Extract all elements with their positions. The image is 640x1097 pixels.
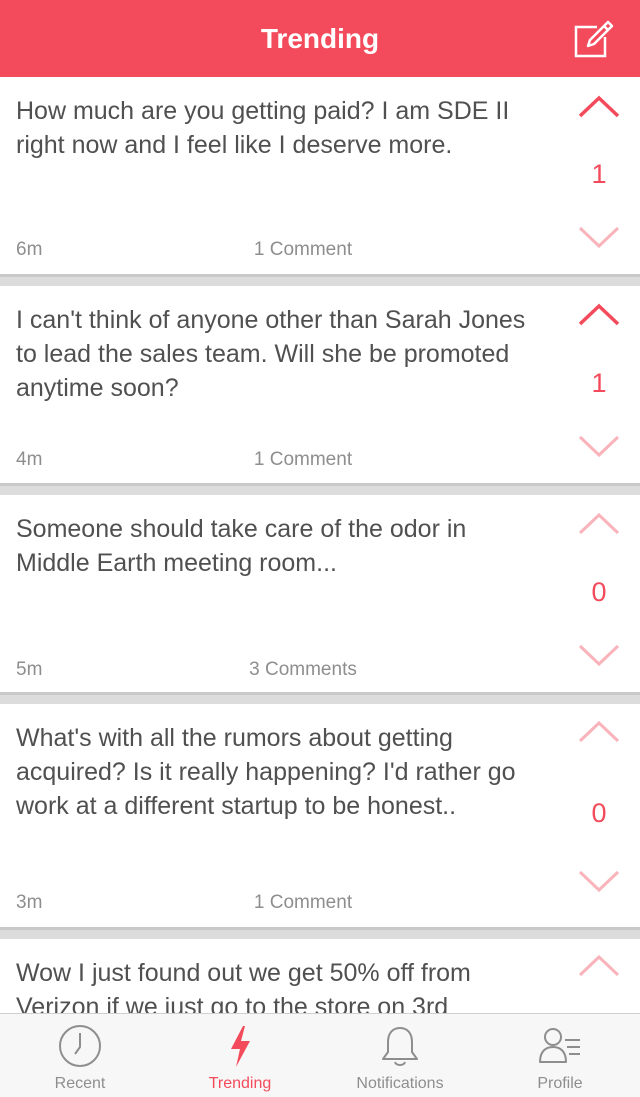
compose-button[interactable] xyxy=(570,18,614,62)
upvote-button[interactable] xyxy=(574,717,624,749)
post-time: 5m xyxy=(16,659,43,680)
post-time: 3m xyxy=(16,892,43,913)
tab-label: Profile xyxy=(537,1075,583,1092)
tab-label: Notifications xyxy=(356,1075,444,1092)
post-text: Someone should take care of the odor in … xyxy=(16,515,467,577)
tab-profile[interactable]: Profile xyxy=(480,1014,640,1097)
upvote-button[interactable] xyxy=(574,92,624,124)
chevron-up-icon xyxy=(578,512,620,535)
vote-count: 0 xyxy=(591,798,607,828)
post-card[interactable]: I can't think of anyone other than Sarah… xyxy=(0,286,640,486)
post-text: Wow I just found out we get 50% off from… xyxy=(16,959,471,1013)
downvote-button[interactable] xyxy=(574,864,624,896)
chevron-down-icon xyxy=(578,644,620,667)
chevron-down-icon xyxy=(578,870,620,893)
post-text: I can't think of anyone other than Sarah… xyxy=(16,306,526,402)
bell-icon xyxy=(382,1027,418,1066)
compose-icon xyxy=(574,20,614,58)
post-time: 4m xyxy=(16,449,43,470)
tab-label: Recent xyxy=(54,1075,106,1092)
vote-count: 1 xyxy=(591,159,607,189)
post-card[interactable]: Wow I just found out we get 50% off from… xyxy=(0,939,640,1013)
vote-count: 1 xyxy=(591,368,607,398)
upvote-button[interactable] xyxy=(574,509,624,541)
chevron-down-icon xyxy=(578,226,620,249)
post-feed[interactable]: How much are you getting paid? I am SDE … xyxy=(0,77,640,1013)
chevron-up-icon xyxy=(578,95,620,118)
lightning-icon xyxy=(231,1026,250,1067)
upvote-button[interactable] xyxy=(574,300,624,332)
post-card[interactable]: How much are you getting paid? I am SDE … xyxy=(0,77,640,277)
post-card[interactable]: What's with all the rumors about getting… xyxy=(0,704,640,930)
chevron-up-icon xyxy=(578,954,620,977)
comments-link[interactable]: 1 Comment xyxy=(203,892,403,914)
downvote-button[interactable] xyxy=(574,429,624,461)
comments-link[interactable]: 1 Comment xyxy=(203,449,403,471)
downvote-button[interactable] xyxy=(574,638,624,670)
post-time: 6m xyxy=(16,239,43,260)
comments-link[interactable]: 1 Comment xyxy=(203,239,403,261)
tab-notifications[interactable]: Notifications xyxy=(320,1014,480,1097)
post-text: What's with all the rumors about getting… xyxy=(16,724,516,820)
clock-icon xyxy=(59,1025,101,1067)
profile-icon xyxy=(539,1028,580,1063)
tab-bar: Recent Trending Notifications Profile xyxy=(0,1013,640,1097)
post-card[interactable]: Someone should take care of the odor in … xyxy=(0,495,640,695)
comments-link[interactable]: 3 Comments xyxy=(203,659,403,681)
post-text: How much are you getting paid? I am SDE … xyxy=(16,97,510,159)
tab-recent[interactable]: Recent xyxy=(0,1014,160,1097)
upvote-button[interactable] xyxy=(574,951,624,983)
nav-header: Trending xyxy=(0,0,640,77)
page-title: Trending xyxy=(260,23,380,54)
tab-label: Trending xyxy=(208,1075,272,1092)
tab-trending[interactable]: Trending xyxy=(160,1014,320,1097)
chevron-up-icon xyxy=(578,720,620,743)
downvote-button[interactable] xyxy=(574,220,624,252)
chevron-up-icon xyxy=(578,303,620,326)
chevron-down-icon xyxy=(578,435,620,458)
vote-count: 0 xyxy=(591,577,607,607)
